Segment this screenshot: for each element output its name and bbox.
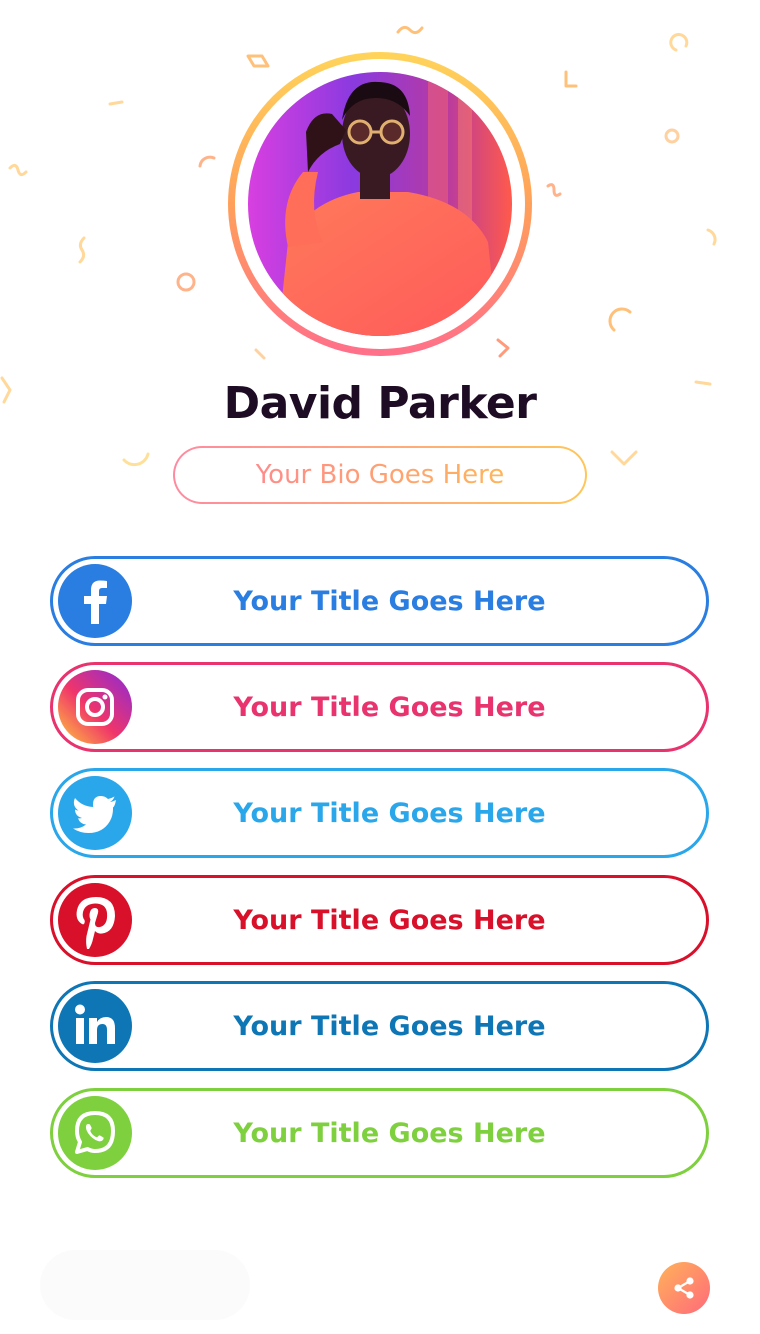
bio-text: Your Bio Goes Here bbox=[255, 460, 505, 490]
link-label: Your Title Goes Here bbox=[233, 691, 546, 723]
link-label: Your Title Goes Here bbox=[233, 904, 546, 936]
link-button-facebook[interactable]: Your Title Goes Here bbox=[50, 556, 709, 646]
instagram-icon bbox=[58, 670, 132, 744]
share-icon bbox=[674, 1277, 694, 1299]
link-label: Your Title Goes Here bbox=[233, 1010, 546, 1042]
twitter-icon bbox=[58, 776, 132, 850]
pinterest-icon bbox=[58, 883, 132, 957]
link-button-twitter[interactable]: Your Title Goes Here bbox=[50, 768, 709, 858]
avatar bbox=[228, 52, 532, 356]
profile-name: David Parker bbox=[223, 378, 537, 429]
link-button-pinterest[interactable]: Your Title Goes Here bbox=[50, 875, 709, 965]
linkedin-icon bbox=[58, 989, 132, 1063]
whatsapp-icon bbox=[58, 1096, 132, 1170]
share-button[interactable] bbox=[658, 1262, 710, 1314]
link-label: Your Title Goes Here bbox=[233, 585, 546, 617]
facebook-icon bbox=[58, 564, 132, 638]
avatar-photo bbox=[248, 72, 512, 336]
link-button-whatsapp[interactable]: Your Title Goes Here bbox=[50, 1088, 709, 1178]
link-label: Your Title Goes Here bbox=[233, 1117, 546, 1149]
bio-pill[interactable]: Your Bio Goes Here bbox=[173, 446, 587, 504]
link-button-instagram[interactable]: Your Title Goes Here bbox=[50, 662, 709, 752]
link-button-linkedin[interactable]: Your Title Goes Here bbox=[50, 981, 709, 1071]
bottom-placeholder bbox=[40, 1250, 250, 1320]
link-label: Your Title Goes Here bbox=[233, 797, 546, 829]
